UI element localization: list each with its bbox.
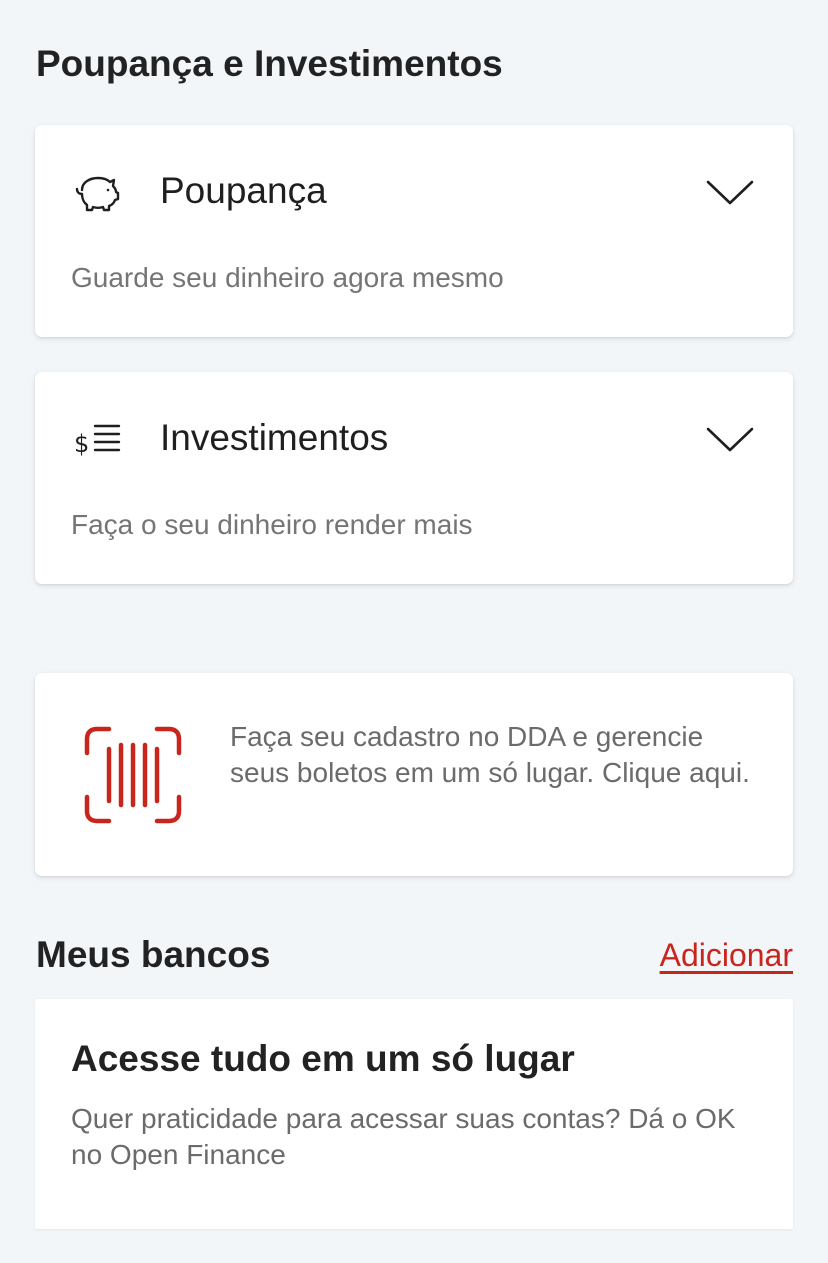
section-title-banks: Meus bancos	[36, 934, 271, 975]
chevron-down-icon[interactable]	[705, 424, 755, 454]
dda-banner-text: Faça seu cadastro no DDA e gerencie seus…	[230, 721, 750, 788]
add-bank-link[interactable]: Adicionar	[660, 936, 793, 974]
open-finance-card[interactable]: Acesse tudo em um só lugar Quer praticid…	[35, 999, 793, 1229]
card-title: Poupança	[160, 170, 327, 211]
card-poupanca[interactable]: Poupança Guarde seu dinheiro agora mesmo	[35, 125, 793, 337]
section-title-savings-investments: Poupança e Investimentos	[36, 43, 503, 84]
chevron-down-icon[interactable]	[705, 177, 755, 207]
open-finance-text: Quer praticidade para acessar suas conta…	[71, 1103, 736, 1170]
dda-banner[interactable]: Faça seu cadastro no DDA e gerencie seus…	[35, 673, 793, 876]
open-finance-title: Acesse tudo em um só lugar	[71, 1038, 575, 1079]
svg-text:$: $	[74, 430, 89, 458]
dollar-list-icon: $	[73, 418, 121, 462]
card-subtitle: Guarde seu dinheiro agora mesmo	[71, 262, 504, 293]
card-investimentos[interactable]: $ Investimentos Faça o seu dinheiro rend…	[35, 372, 793, 584]
barcode-scan-icon	[84, 726, 182, 824]
piggy-bank-icon	[73, 171, 121, 215]
card-title: Investimentos	[160, 417, 389, 458]
card-subtitle: Faça o seu dinheiro render mais	[71, 509, 473, 540]
